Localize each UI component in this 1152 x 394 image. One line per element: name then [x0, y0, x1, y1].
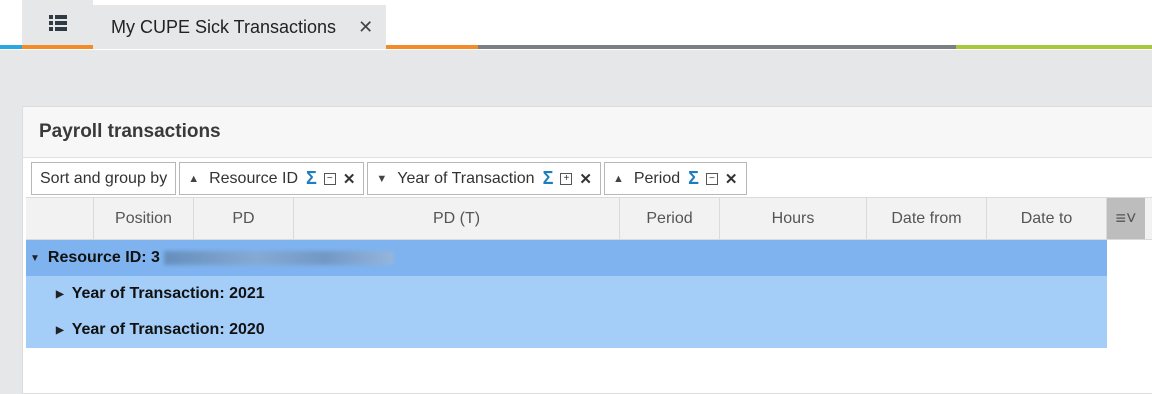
panel-title: Payroll transactions — [39, 121, 221, 142]
column-header-pd[interactable]: PD — [194, 198, 294, 239]
expand-icon[interactable]: + — [560, 172, 573, 185]
collapse-caret-icon[interactable]: ▼ — [30, 253, 40, 264]
tab-bar: My CUPE Sick Transactions ✕ — [0, 0, 1152, 50]
list-icon — [48, 14, 67, 31]
grid-header: Position PD PD (T) Period Hours Date fro… — [26, 197, 1152, 240]
group-chip-year-of-transaction[interactable]: ▼ Year of Transaction Σ + ✕ — [367, 162, 601, 195]
sort-ascending-icon[interactable]: ▲ — [188, 173, 199, 185]
group-chip-period[interactable]: ▲ Period Σ − ✕ — [603, 162, 747, 195]
collapse-icon[interactable]: − — [705, 172, 718, 185]
sort-and-group-button[interactable]: Sort and group by — [31, 162, 177, 195]
panel-header: Payroll transactions — [23, 107, 1152, 158]
chip-label: Resource ID — [209, 169, 299, 187]
collapse-icon[interactable]: − — [323, 172, 336, 185]
column-header-spacer — [26, 198, 94, 239]
redacted-text — [163, 251, 394, 265]
sort-descending-icon[interactable]: ▼ — [376, 173, 387, 185]
chip-label: Year of Transaction — [397, 169, 535, 187]
group-row-year[interactable]: ▶ Year of Transaction: 2020 — [26, 312, 1107, 348]
column-header-pd-t[interactable]: PD (T) — [294, 198, 620, 239]
accent-strip-green — [956, 45, 1152, 49]
expand-caret-icon[interactable]: ▶ — [56, 289, 64, 300]
sort-ascending-icon[interactable]: ▲ — [613, 173, 624, 185]
tab-my-cupe-sick-transactions[interactable]: My CUPE Sick Transactions ✕ — [93, 5, 386, 49]
payroll-transactions-panel: Payroll transactions Sort and group by ▲… — [22, 106, 1152, 394]
group-row-resource[interactable]: ▼ Resource ID: 3 — [26, 240, 1107, 276]
sum-icon[interactable]: Σ — [688, 168, 699, 189]
sum-icon[interactable]: Σ — [306, 168, 317, 189]
remove-chip-icon[interactable]: ✕ — [579, 170, 592, 188]
menu-tab[interactable] — [22, 0, 93, 45]
accent-strip-orange-2 — [386, 45, 478, 49]
group-row-label: Year of Transaction: 2021 — [71, 285, 265, 302]
expand-caret-icon[interactable]: ▶ — [56, 325, 64, 336]
group-row-label: Year of Transaction: 2020 — [71, 321, 265, 338]
remove-chip-icon[interactable]: ✕ — [725, 170, 738, 188]
accent-strip-blue — [0, 45, 22, 49]
close-icon[interactable]: ✕ — [358, 17, 373, 38]
tab-label: My CUPE Sick Transactions — [111, 16, 337, 37]
column-header-position[interactable]: Position — [94, 198, 194, 239]
group-row-label: Resource ID: 3 — [47, 249, 160, 266]
accent-strip-orange — [22, 45, 93, 49]
group-row-year[interactable]: ▶ Year of Transaction: 2021 — [26, 276, 1107, 312]
column-header-date-from[interactable]: Date from — [867, 198, 987, 239]
sort-group-bar: Sort and group by ▲ Resource ID Σ − ✕ ▼ … — [31, 162, 747, 195]
column-header-period[interactable]: Period — [620, 198, 720, 239]
column-header-date-to[interactable]: Date to — [987, 198, 1107, 239]
accent-strip-gray — [478, 45, 956, 49]
column-menu-icon[interactable]: ≡˅ — [1107, 198, 1145, 239]
column-header-hours[interactable]: Hours — [720, 198, 867, 239]
chip-label: Period — [633, 169, 681, 187]
sum-icon[interactable]: Σ — [543, 168, 554, 189]
sort-and-group-label: Sort and group by — [40, 169, 168, 187]
remove-chip-icon[interactable]: ✕ — [343, 170, 356, 188]
group-chip-resource-id[interactable]: ▲ Resource ID Σ − ✕ — [179, 162, 365, 195]
